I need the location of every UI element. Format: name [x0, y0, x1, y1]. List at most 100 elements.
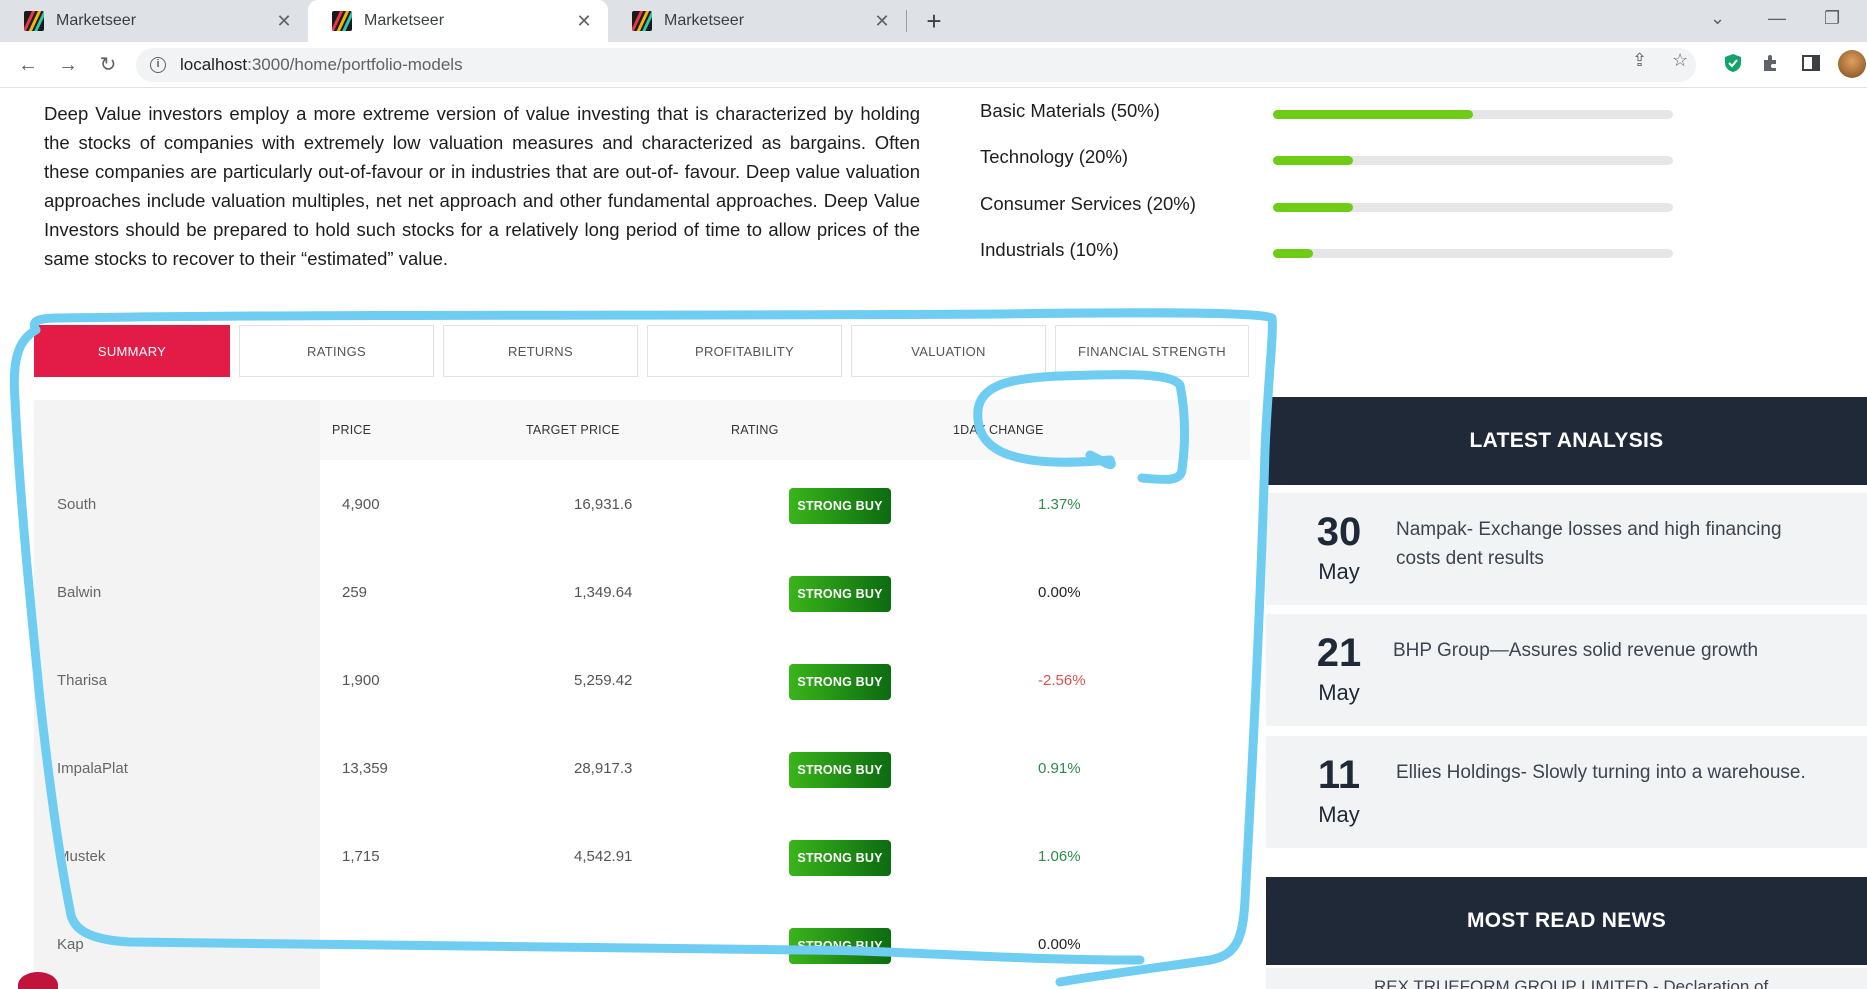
sector-label: Industrials (10%)	[980, 239, 1119, 260]
tab-profitability[interactable]: PROFITABILITY	[647, 325, 842, 377]
side-panel-icon[interactable]	[1800, 52, 1822, 74]
browser-tab-1[interactable]: Marketseer ✕	[0, 0, 308, 42]
target-price-cell: 5,259.42	[574, 672, 633, 689]
analysis-month: May	[1318, 680, 1360, 705]
analysis-day: 11	[1317, 753, 1361, 797]
header-rating[interactable]: RATING	[731, 423, 779, 437]
analysis-item[interactable]: 21 May BHP Group—Assures solid revenue g…	[1266, 614, 1867, 726]
latest-analysis-header: LATEST ANALYSIS	[1266, 397, 1867, 485]
extensions-puzzle-icon[interactable]	[1760, 52, 1782, 74]
analysis-day: 30	[1316, 510, 1362, 554]
site-info-icon[interactable]: i	[150, 57, 166, 73]
sector-bar-track	[1273, 110, 1673, 119]
tab-separator	[906, 10, 907, 32]
close-icon[interactable]: ✕	[872, 11, 892, 32]
stock-name[interactable]: Balwin	[57, 584, 101, 601]
most-read-title[interactable]: REX TRUEFORM GROUP LIMITED - Declaration…	[1374, 977, 1768, 989]
analysis-title[interactable]: BHP Group—Assures solid revenue growth	[1393, 636, 1813, 665]
price-cell: 1,900	[342, 672, 380, 689]
tab-returns[interactable]: RETURNS	[443, 325, 638, 377]
tab-search-icon[interactable]: ⌄	[1710, 8, 1725, 29]
tab-valuation[interactable]: VALUATION	[851, 325, 1046, 377]
table-row[interactable]: South 4,900 16,931.6 STRONG BUY 1.37%	[34, 460, 1250, 548]
minimize-icon[interactable]: —	[1768, 8, 1786, 29]
analysis-day: 21	[1316, 631, 1362, 675]
analysis-item[interactable]: 30 May Nampak- Exchange losses and high …	[1266, 493, 1867, 605]
sector-bar-fill	[1273, 203, 1353, 212]
address-bar[interactable]: i localhost:3000/home/portfolio-models	[136, 48, 1696, 82]
profile-avatar[interactable]	[1838, 50, 1866, 78]
stock-name[interactable]: ImpalaPlat	[57, 760, 128, 777]
change-cell: 1.37%	[1038, 496, 1081, 513]
price-cell: 4,900	[342, 496, 380, 513]
strategy-description: Deep Value investors employ a more extre…	[44, 103, 920, 269]
price-cell: 1,715	[342, 848, 380, 865]
browser-tabstrip: Marketseer ✕ Marketseer ✕ Marketseer ✕ +…	[0, 0, 1867, 42]
sector-allocation-consumer-services: Consumer Services (20%)	[980, 193, 1700, 223]
close-icon[interactable]: ✕	[274, 11, 294, 32]
forward-icon[interactable]: →	[54, 51, 82, 79]
analysis-title[interactable]: Ellies Holdings- Slowly turning into a w…	[1396, 758, 1816, 787]
table-row[interactable]: Kap STRONG BUY 0.00%	[34, 900, 1250, 988]
stock-name[interactable]: Mustek	[57, 848, 105, 865]
rating-badge: STRONG BUY	[789, 840, 891, 876]
sector-label: Basic Materials (50%)	[980, 100, 1160, 121]
close-icon[interactable]: ✕	[574, 11, 594, 32]
most-read-item[interactable]: REX TRUEFORM GROUP LIMITED - Declaration…	[1266, 968, 1867, 989]
marketseer-favicon-icon	[24, 11, 44, 31]
tab-financial-strength[interactable]: FINANCIAL STRENGTH	[1055, 325, 1249, 377]
shield-extension-icon[interactable]	[1722, 52, 1744, 74]
url-text: localhost:3000/home/portfolio-models	[180, 55, 463, 74]
most-read-news-header: MOST READ NEWS	[1266, 877, 1867, 965]
analysis-item[interactable]: 11 May Ellies Holdings- Slowly turning i…	[1266, 736, 1867, 848]
sector-bar-fill	[1273, 110, 1473, 119]
header-target-price[interactable]: TARGET PRICE	[526, 423, 620, 437]
analysis-title[interactable]: Nampak- Exchange losses and high financi…	[1396, 515, 1816, 573]
stock-name[interactable]: Tharisa	[57, 672, 107, 689]
analysis-month: May	[1318, 559, 1360, 584]
bookmark-star-icon[interactable]: ☆	[1672, 50, 1688, 71]
header-price[interactable]: PRICE	[332, 423, 371, 437]
table-header: PRICE TARGET PRICE RATING 1DAY CHANGE	[320, 400, 1250, 460]
analysis-month: May	[1318, 802, 1360, 827]
tab-title: Marketseer	[664, 12, 745, 29]
rating-badge: STRONG BUY	[789, 488, 891, 524]
stock-name[interactable]: Kap	[57, 936, 84, 953]
browser-tab-2[interactable]: Marketseer ✕	[308, 0, 608, 42]
sector-bar-fill	[1273, 156, 1353, 165]
change-cell: 0.91%	[1038, 760, 1081, 777]
rating-badge: STRONG BUY	[789, 928, 891, 964]
stock-name[interactable]: South	[57, 496, 96, 513]
target-price-cell: 4,542.91	[574, 848, 633, 865]
table-row[interactable]: Mustek 1,715 4,542.91 STRONG BUY 1.06%	[34, 812, 1250, 900]
table-row[interactable]: Tharisa 1,900 5,259.42 STRONG BUY -2.56%	[34, 636, 1250, 724]
new-tab-icon[interactable]: +	[920, 7, 948, 35]
marketseer-favicon-icon	[332, 11, 352, 31]
sector-label: Technology (20%)	[980, 146, 1129, 167]
sector-bar-track	[1273, 156, 1673, 165]
browser-toolbar: ← → ↻ i localhost:3000/home/portfolio-mo…	[0, 42, 1867, 88]
holdings-table: PRICE TARGET PRICE RATING 1DAY CHANGE So…	[34, 400, 1250, 989]
maximize-icon[interactable]: ❐	[1824, 8, 1840, 29]
rating-badge: STRONG BUY	[789, 664, 891, 700]
sector-allocation-industrials: Industrials (10%)	[980, 239, 1700, 269]
tab-title: Marketseer	[56, 12, 137, 29]
back-icon[interactable]: ←	[14, 51, 42, 79]
table-row[interactable]: ImpalaPlat 13,359 28,917.3 STRONG BUY 0.…	[34, 724, 1250, 812]
sector-label: Consumer Services (20%)	[980, 193, 1196, 214]
share-icon[interactable]: ⇪	[1632, 50, 1647, 71]
change-cell: 0.00%	[1038, 936, 1081, 953]
sector-bar-fill	[1273, 249, 1313, 258]
header-1day-change[interactable]: 1DAY CHANGE	[953, 423, 1044, 437]
tab-summary[interactable]: SUMMARY	[34, 325, 230, 377]
tab-ratings[interactable]: RATINGS	[239, 325, 434, 377]
target-price-cell: 1,349.64	[574, 584, 633, 601]
rating-badge: STRONG BUY	[789, 576, 891, 612]
target-price-cell: 28,917.3	[574, 760, 633, 777]
reload-icon[interactable]: ↻	[94, 51, 122, 79]
browser-tab-3[interactable]: Marketseer ✕	[608, 0, 906, 42]
tab-title: Marketseer	[364, 12, 445, 29]
table-row[interactable]: Balwin 259 1,349.64 STRONG BUY 0.00%	[34, 548, 1250, 636]
change-cell: -2.56%	[1038, 672, 1086, 689]
change-cell: 1.06%	[1038, 848, 1081, 865]
